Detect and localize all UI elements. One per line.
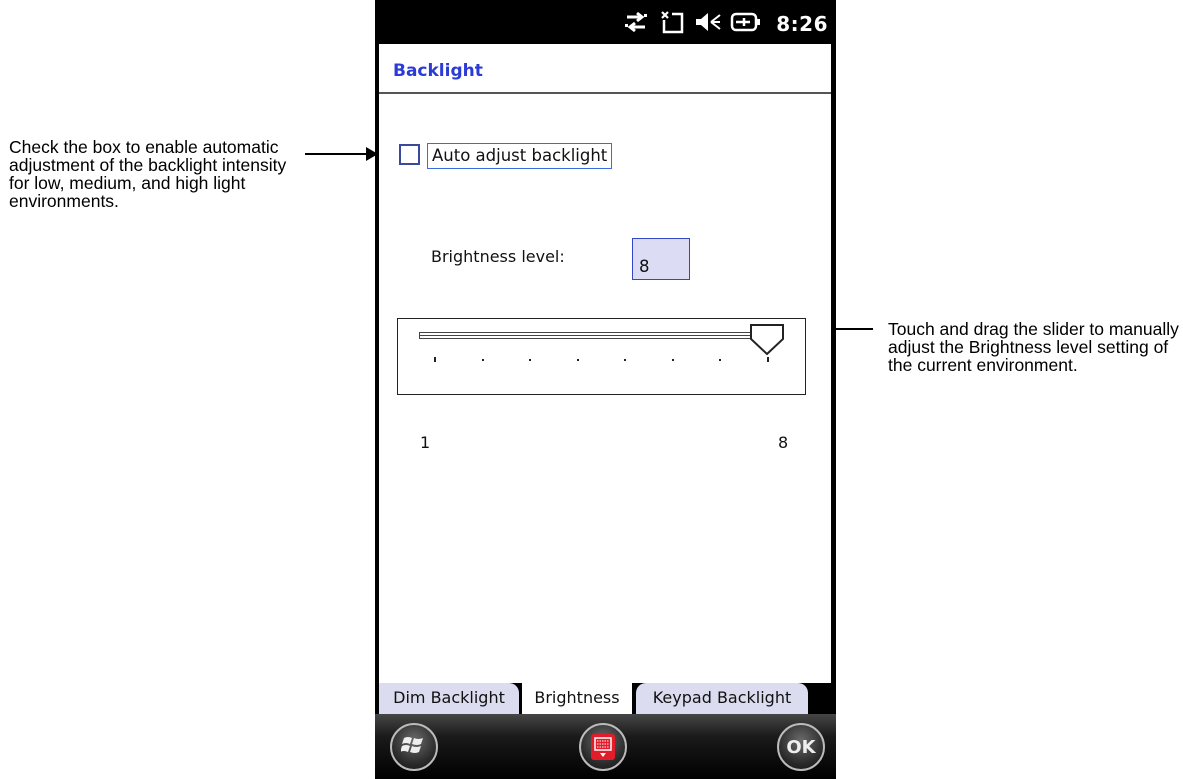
slider-max-label: 8 [778, 433, 789, 452]
start-button[interactable] [390, 723, 438, 771]
auto-adjust-label[interactable]: Auto adjust backlight [427, 143, 613, 169]
slider-track-fill [420, 335, 750, 336]
brightness-level-field[interactable]: 8 [632, 238, 690, 280]
brightness-level-label: Brightness level: [431, 247, 565, 266]
slider-min-label: 1 [420, 433, 431, 452]
auto-adjust-checkbox[interactable] [399, 144, 420, 165]
slider-tick [671, 359, 674, 361]
status-time: 8:26 [776, 12, 828, 36]
tab-keypad-backlight[interactable]: Keypad Backlight [636, 683, 808, 714]
page-title: Backlight [393, 61, 483, 81]
callout-slider: Touch and drag the slider to manually ad… [888, 319, 1179, 375]
no-sim-icon [658, 9, 688, 35]
tab-dim-backlight[interactable]: Dim Backlight [379, 683, 519, 714]
speaker-muted-icon [693, 9, 723, 35]
battery-charging-icon [729, 9, 763, 35]
slider-tick [481, 359, 484, 361]
tab-strip: Dim Backlight Brightness Keypad Backligh… [379, 683, 831, 714]
keyboard-button[interactable] [579, 723, 627, 771]
slider-tick [434, 357, 436, 362]
device-frame: 8:26 Backlight Auto adjust backlight Bri… [375, 0, 836, 779]
ok-label: OK [786, 736, 816, 758]
bottom-bar: OK [375, 714, 836, 779]
title-bar: Backlight [379, 44, 831, 94]
arrow-to-checkbox [305, 147, 378, 161]
callout-auto-adjust: Check the box to enable automatic adjust… [9, 137, 287, 211]
status-bar: 8:26 [375, 0, 836, 44]
slider-tick [767, 357, 769, 362]
slider-tick [576, 359, 579, 361]
data-sync-icon [621, 9, 651, 35]
brightness-slider[interactable] [397, 318, 806, 395]
windows-logo-icon [400, 733, 427, 762]
slider-track[interactable] [419, 332, 778, 339]
tab-brightness[interactable]: Brightness [522, 683, 632, 714]
slider-tick [624, 359, 627, 361]
keyboard-icon [591, 734, 615, 760]
ok-button[interactable]: OK [777, 723, 825, 771]
slider-tick [529, 359, 532, 361]
backlight-screen: Backlight Auto adjust backlight Brightne… [379, 44, 831, 714]
slider-thumb[interactable] [749, 323, 785, 356]
slider-tick [719, 359, 722, 361]
